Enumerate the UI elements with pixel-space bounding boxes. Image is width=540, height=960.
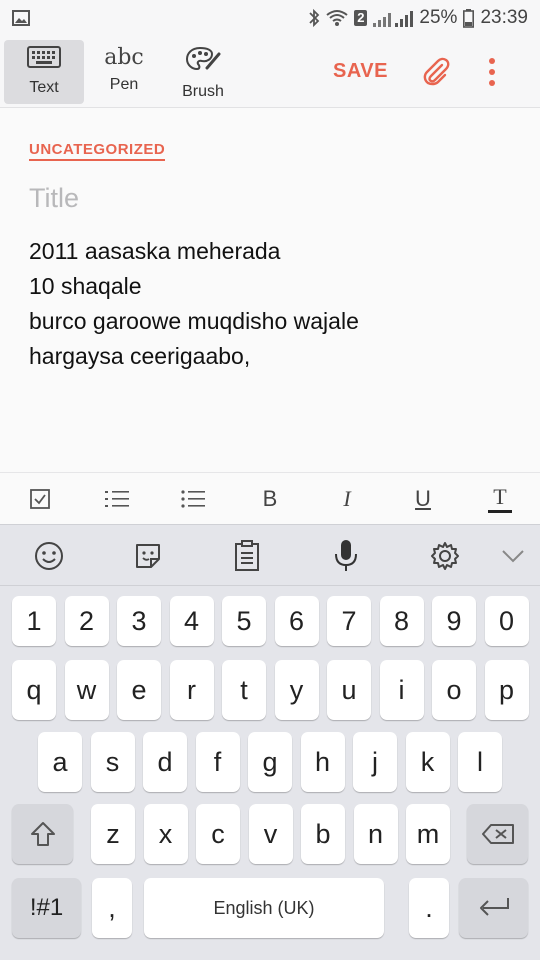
status-bar: 2 25% 23:39 [0, 0, 540, 36]
signal-icon [373, 9, 414, 27]
numbered-list-icon[interactable] [97, 481, 137, 517]
clipboard-icon[interactable] [230, 539, 264, 573]
key-letter-9[interactable]: p [484, 660, 529, 720]
key-letter-6[interactable]: u [327, 660, 371, 720]
backspace-key[interactable] [467, 804, 528, 864]
clock: 23:39 [480, 7, 528, 28]
battery-percent: 25% [419, 7, 458, 28]
note-toolbar: Text abc Pen Brush SAVE [0, 36, 540, 108]
enter-key[interactable] [459, 878, 528, 938]
keyboard-icon [27, 46, 61, 73]
key-letter-1[interactable]: s [90, 732, 135, 792]
key-letter-0[interactable]: z [91, 804, 135, 864]
note-line: hargaysa ceerigaabo, [29, 343, 251, 369]
chevron-down-icon[interactable] [496, 539, 530, 573]
key-letter-1[interactable]: x [143, 804, 188, 864]
bluetooth-icon [308, 8, 320, 28]
key-number-6[interactable]: 7 [327, 596, 371, 646]
key-letter-1[interactable]: w [64, 660, 109, 720]
gallery-notification-icon [12, 10, 30, 26]
key-letter-6[interactable]: j [353, 732, 397, 792]
key-letter-2[interactable]: d [143, 732, 187, 792]
microphone-icon[interactable] [329, 539, 363, 573]
text-color-letter: T [493, 483, 507, 509]
key-letter-8[interactable]: o [432, 660, 476, 720]
key-number-3[interactable]: 4 [169, 596, 214, 646]
pen-abc-icon: abc [104, 45, 144, 70]
key-letter-6[interactable]: m [406, 804, 450, 864]
underline-button[interactable]: U [403, 481, 443, 517]
brush-mode-label: Brush [182, 83, 224, 100]
note-editor: UNCATEGORIZED Title 2011 aasaska meherad… [0, 108, 540, 472]
text-mode-button[interactable]: Text [4, 40, 84, 104]
save-button[interactable]: SAVE [333, 60, 388, 83]
sim-badge: 2 [354, 10, 368, 26]
key-number-7[interactable]: 8 [379, 596, 424, 646]
key-number-0[interactable]: 1 [12, 596, 56, 646]
note-body[interactable]: 2011 aasaska meherada 10 shaqale burco g… [29, 234, 359, 374]
pen-mode-label: Pen [109, 76, 139, 93]
settings-gear-icon[interactable] [428, 539, 462, 573]
key-letter-5[interactable]: h [300, 732, 345, 792]
key-letter-0[interactable]: q [12, 660, 56, 720]
text-mode-label: Text [29, 79, 59, 96]
more-options-icon[interactable] [484, 56, 500, 93]
key-letter-5[interactable]: n [353, 804, 398, 864]
key-letter-4[interactable]: b [301, 804, 345, 864]
space-key[interactable]: English (UK) [144, 878, 384, 938]
key-number-2[interactable]: 3 [117, 596, 161, 646]
checkbox-icon[interactable] [20, 481, 60, 517]
bold-button[interactable]: B [250, 481, 290, 517]
palette-icon [185, 46, 221, 77]
shift-key[interactable] [12, 804, 73, 864]
key-letter-5[interactable]: y [274, 660, 319, 720]
format-toolbar: B I U T [0, 472, 540, 524]
sticker-icon[interactable] [131, 539, 165, 573]
keyboard-toolbar [0, 524, 540, 586]
key-letter-4[interactable]: g [248, 732, 292, 792]
attach-icon[interactable] [420, 56, 452, 93]
text-color-button[interactable]: T [480, 481, 520, 517]
wifi-icon [326, 9, 348, 27]
symbols-key[interactable]: !#1 [12, 878, 81, 938]
note-line: 10 shaqale [29, 273, 142, 299]
note-line: burco garoowe muqdisho wajale [29, 308, 359, 334]
key-letter-3[interactable]: f [195, 732, 240, 792]
key-letter-4[interactable]: t [222, 660, 266, 720]
category-label[interactable]: UNCATEGORIZED [29, 141, 166, 161]
comma-key[interactable]: , [92, 878, 132, 938]
soft-keyboard: 1234567890 qwertyuiop asdfghjkl zxcvbnm … [0, 586, 540, 960]
key-letter-0[interactable]: a [38, 732, 82, 792]
key-letter-2[interactable]: e [117, 660, 161, 720]
brush-mode-button[interactable]: Brush [163, 40, 243, 104]
key-number-9[interactable]: 0 [484, 596, 529, 646]
key-number-5[interactable]: 6 [274, 596, 319, 646]
emoji-icon[interactable] [32, 539, 66, 573]
key-number-1[interactable]: 2 [64, 596, 109, 646]
note-line: 2011 aasaska meherada [29, 238, 281, 264]
battery-icon [463, 8, 475, 28]
key-number-8[interactable]: 9 [432, 596, 476, 646]
text-color-swatch [488, 509, 512, 513]
key-letter-3[interactable]: r [169, 660, 214, 720]
italic-button[interactable]: I [327, 481, 367, 517]
key-letter-7[interactable]: k [405, 732, 450, 792]
period-key[interactable]: . [409, 878, 449, 938]
title-input[interactable]: Title [29, 183, 79, 214]
pen-mode-button[interactable]: abc Pen [84, 40, 164, 104]
key-letter-8[interactable]: l [458, 732, 502, 792]
key-letter-3[interactable]: v [248, 804, 293, 864]
key-letter-2[interactable]: c [196, 804, 240, 864]
key-letter-7[interactable]: i [379, 660, 424, 720]
key-number-4[interactable]: 5 [222, 596, 266, 646]
bullet-list-icon[interactable] [173, 481, 213, 517]
